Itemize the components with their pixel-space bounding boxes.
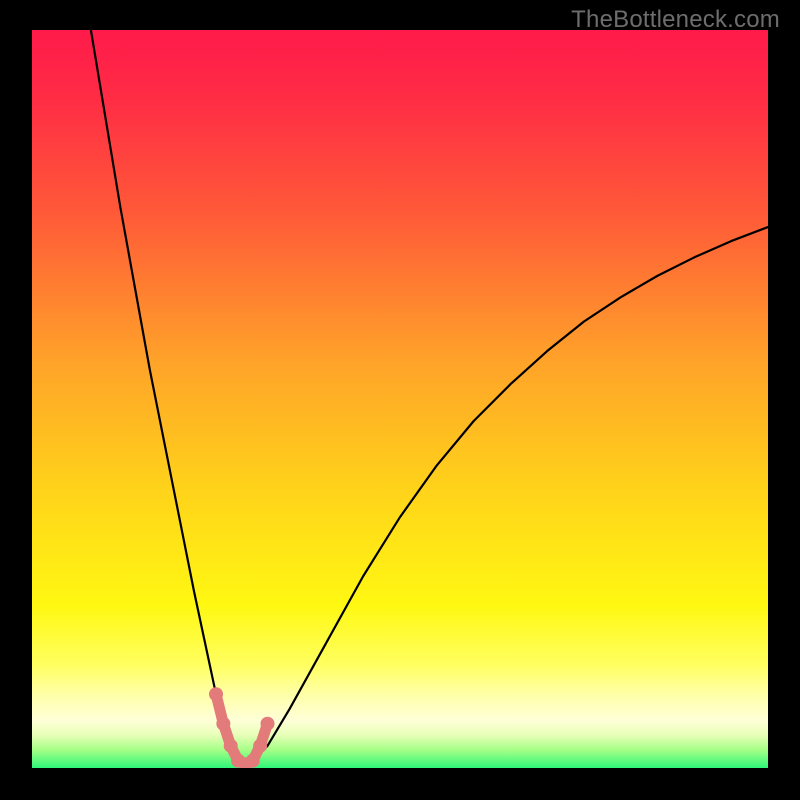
trough-marker-dots xyxy=(209,687,275,768)
trough-marker-dot xyxy=(209,687,223,701)
trough-marker-dot xyxy=(224,739,238,753)
trough-marker-dot xyxy=(253,739,267,753)
chart-plot-area xyxy=(32,30,768,768)
trough-marker-dot xyxy=(216,717,230,731)
trough-marker-dot xyxy=(261,717,275,731)
bottleneck-curve xyxy=(91,30,768,764)
chart-curve-layer xyxy=(32,30,768,768)
trough-marker-dot xyxy=(246,754,260,768)
